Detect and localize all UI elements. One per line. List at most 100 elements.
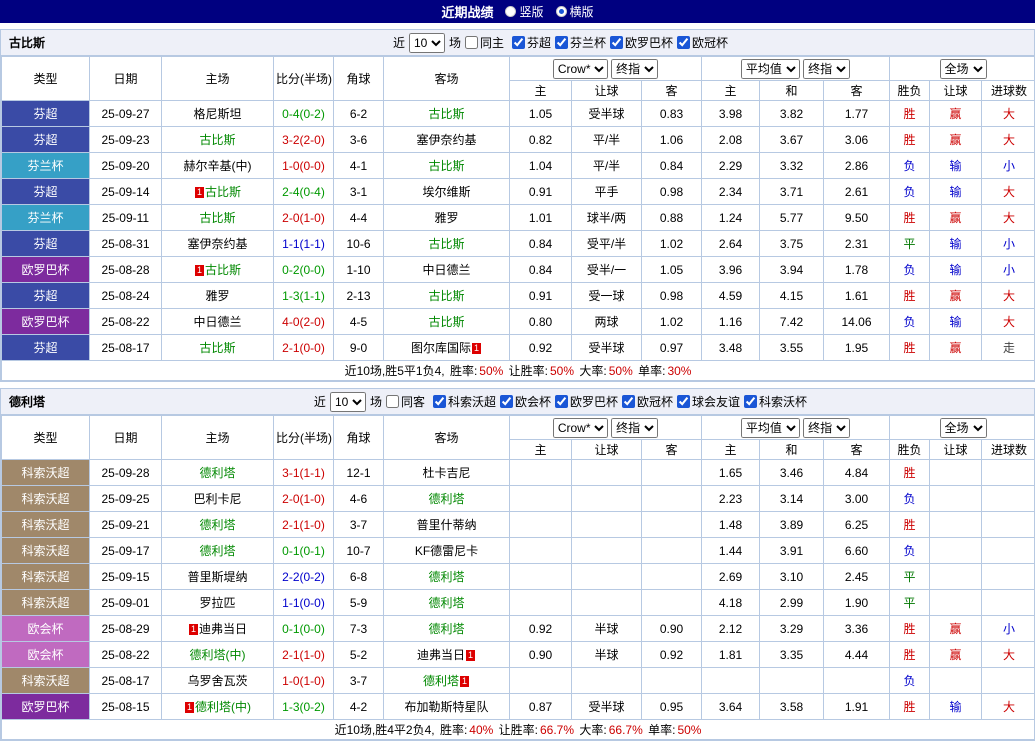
team-name[interactable]: 杜卡吉尼 — [422, 466, 470, 480]
odds-company-select[interactable]: Crow* — [553, 418, 608, 438]
avg-time-select[interactable]: 终指 — [803, 59, 850, 79]
same-venue-checkbox[interactable] — [465, 36, 478, 49]
same-venue-filter[interactable]: 同主 — [465, 34, 504, 51]
date-cell: 25-09-21 — [90, 512, 162, 538]
match-row: 欧罗巴杯25-08-151德利塔(中)1-3(0-2)4-2布加勒斯特星队0.8… — [2, 694, 1035, 720]
team-name[interactable]: 德利塔 — [423, 674, 459, 688]
team-name[interactable]: 雅罗 — [205, 289, 229, 303]
team-name[interactable]: 德利塔 — [199, 518, 235, 532]
team-name[interactable]: 古比斯 — [205, 185, 241, 199]
table-header-row-selects: 类型 日期 主场 比分(半场) 角球 客场 Crow* 终指 平均值 终指 全场 — [2, 57, 1035, 81]
odds-cell: 1.06 — [642, 127, 702, 153]
red-card-badge: 1 — [460, 676, 469, 687]
league-filter[interactable]: 欧会杯 — [500, 393, 551, 410]
team-name[interactable]: 德利塔 — [428, 622, 464, 636]
date-cell: 25-08-29 — [90, 616, 162, 642]
avg-odds-cell: 2.61 — [824, 179, 890, 205]
team-name[interactable]: 德利塔(中) — [190, 648, 246, 662]
team-name[interactable]: 罗拉匹 — [199, 596, 235, 610]
match-count-select[interactable]: 10 — [409, 33, 445, 53]
odds-cell: 0.83 — [642, 101, 702, 127]
team-name[interactable]: 赫尔辛基(中) — [184, 159, 252, 173]
summary-row: 近10场,胜5平1负4, 胜率:50% 让胜率:50% 大率:50% 单率:30… — [2, 361, 1035, 381]
team-name[interactable]: 古比斯 — [428, 159, 464, 173]
team-name[interactable]: 中日德兰 — [193, 315, 241, 329]
team-name[interactable]: 塞伊奈约基 — [187, 237, 247, 251]
team-name[interactable]: 古比斯 — [428, 237, 464, 251]
team-name[interactable]: 图尔库国际 — [411, 341, 471, 355]
team-name[interactable]: 德利塔 — [428, 596, 464, 610]
team-name[interactable]: KF德雷尼卡 — [415, 544, 478, 558]
away-team-cell: 德利塔 — [384, 616, 510, 642]
avg-source-select[interactable]: 平均值 — [741, 59, 800, 79]
team-name[interactable]: 中日德兰 — [422, 263, 470, 277]
league-checkbox[interactable] — [744, 395, 757, 408]
league-checkbox[interactable] — [555, 36, 568, 49]
team-name[interactable]: 迪弗当日 — [417, 648, 465, 662]
team-name[interactable]: 德利塔 — [428, 570, 464, 584]
league-checkbox[interactable] — [677, 395, 690, 408]
match-count-select[interactable]: 10 — [330, 392, 366, 412]
league-filter[interactable]: 欧冠杯 — [677, 34, 728, 51]
league-checkbox[interactable] — [677, 36, 690, 49]
league-filter[interactable]: 芬超 — [512, 34, 551, 51]
team-name[interactable]: 塞伊奈约基 — [416, 133, 476, 147]
team-name[interactable]: 普里什蒂纳 — [416, 518, 476, 532]
league-checkbox[interactable] — [622, 395, 635, 408]
team-name[interactable]: 古比斯 — [199, 211, 235, 225]
team-name[interactable]: 巴利卡尼 — [193, 492, 241, 506]
team-name[interactable]: 乌罗舍瓦茨 — [187, 674, 247, 688]
league-checkbox[interactable] — [512, 36, 525, 49]
team-name[interactable]: 埃尔维斯 — [422, 185, 470, 199]
radio-vertical-icon[interactable] — [505, 6, 516, 17]
team-name[interactable]: 布加勒斯特星队 — [404, 700, 488, 714]
team-name[interactable]: 德利塔 — [199, 544, 235, 558]
team-name[interactable]: 德利塔(中) — [195, 700, 251, 714]
league-checkbox[interactable] — [610, 36, 623, 49]
same-venue-checkbox[interactable] — [386, 395, 399, 408]
match-row: 芬超25-08-17古比斯2-1(0-0)9-0图尔库国际10.92受半球0.9… — [2, 335, 1035, 361]
odds-cell: 0.87 — [510, 694, 572, 720]
league-checkbox[interactable] — [555, 395, 568, 408]
league-filter[interactable]: 科索沃超 — [433, 393, 496, 410]
match-row: 科索沃超25-09-21德利塔2-1(1-0)3-7普里什蒂纳1.483.896… — [2, 512, 1035, 538]
result-cell — [982, 538, 1035, 564]
team-name[interactable]: 雅罗 — [434, 211, 458, 225]
league-filter[interactable]: 芬兰杯 — [555, 34, 606, 51]
result-cell: 平 — [890, 590, 930, 616]
layout-vertical-option[interactable]: 竖版 — [505, 3, 543, 20]
avg-time-select[interactable]: 终指 — [803, 418, 850, 438]
team-name[interactable]: 古比斯 — [428, 315, 464, 329]
team-name[interactable]: 古比斯 — [428, 107, 464, 121]
league-filter[interactable]: 科索沃杯 — [744, 393, 807, 410]
league-filter[interactable]: 欧罗巴杯 — [610, 34, 673, 51]
away-team-cell: 古比斯 — [384, 153, 510, 179]
scope-select[interactable]: 全场 — [940, 418, 987, 438]
avg-odds-cell: 3.48 — [702, 335, 760, 361]
avg-odds-cell: 1.65 — [702, 460, 760, 486]
odds-cell — [510, 512, 572, 538]
team-name[interactable]: 古比斯 — [428, 289, 464, 303]
team-name[interactable]: 德利塔 — [428, 492, 464, 506]
league-filter[interactable]: 球会友谊 — [677, 393, 740, 410]
league-filter[interactable]: 欧冠杯 — [622, 393, 673, 410]
league-checkbox[interactable] — [433, 395, 446, 408]
radio-horizontal-icon[interactable] — [556, 6, 567, 17]
team-name[interactable]: 古比斯 — [205, 263, 241, 277]
team-name[interactable]: 德利塔 — [199, 466, 235, 480]
avg-source-select[interactable]: 平均值 — [741, 418, 800, 438]
team-name[interactable]: 古比斯 — [199, 133, 235, 147]
team-name[interactable]: 迪弗当日 — [199, 622, 247, 636]
odds-company-select[interactable]: Crow* — [553, 59, 608, 79]
league-cell: 科索沃超 — [2, 564, 90, 590]
odds-time-select[interactable]: 终指 — [611, 418, 658, 438]
team-name[interactable]: 古比斯 — [199, 341, 235, 355]
scope-select[interactable]: 全场 — [940, 59, 987, 79]
team-name[interactable]: 格尼斯坦 — [193, 107, 241, 121]
league-filter[interactable]: 欧罗巴杯 — [555, 393, 618, 410]
same-venue-filter[interactable]: 同客 — [386, 393, 425, 410]
league-checkbox[interactable] — [500, 395, 513, 408]
layout-horizontal-option[interactable]: 横版 — [556, 3, 594, 20]
odds-time-select[interactable]: 终指 — [611, 59, 658, 79]
team-name[interactable]: 普里斯堤纳 — [187, 570, 247, 584]
